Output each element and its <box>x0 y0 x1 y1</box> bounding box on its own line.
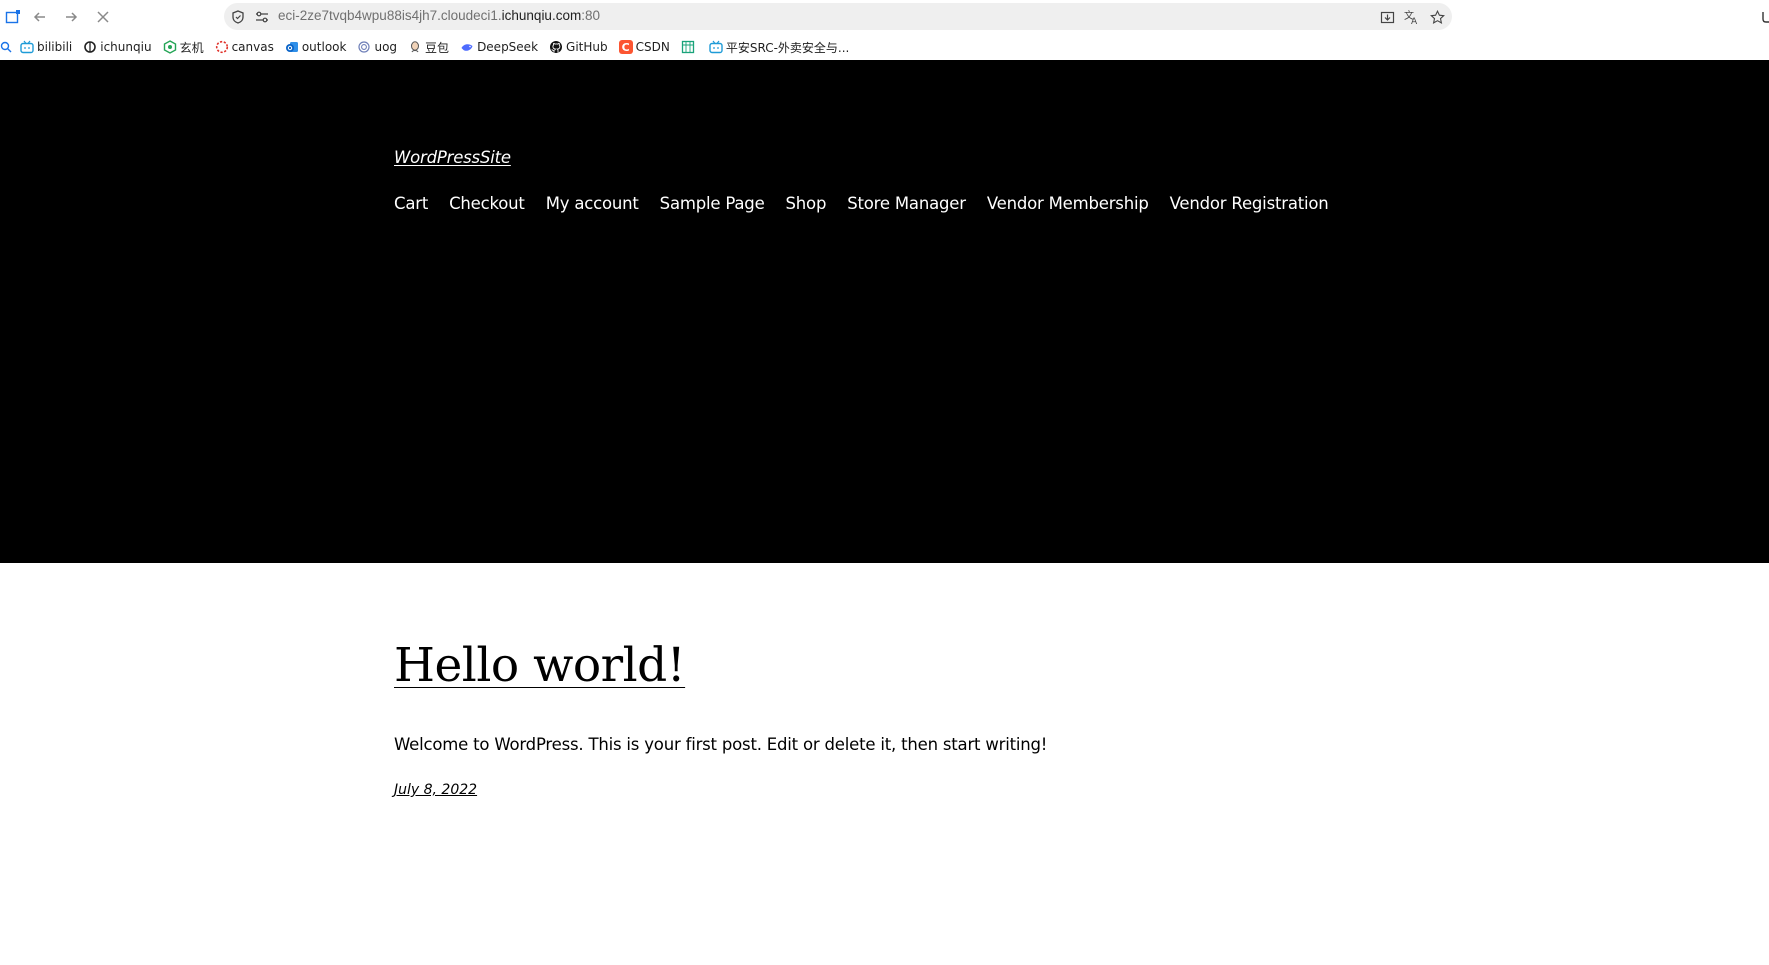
post-title-link[interactable]: Hello world! <box>394 638 686 693</box>
site-title-link[interactable]: WordPressSite <box>394 148 511 167</box>
url-host: ichunqiu.com <box>501 8 582 23</box>
bookmark-label: 玄机 <box>179 40 204 55</box>
star-icon[interactable] <box>1427 7 1447 27</box>
bookmark-csdn[interactable]: C CSDN <box>618 40 670 54</box>
bilibili-icon <box>20 40 34 54</box>
bookmark-label: GitHub <box>566 40 608 54</box>
install-app-icon[interactable] <box>1377 7 1397 27</box>
close-icon[interactable] <box>90 4 116 30</box>
nav-cart[interactable]: Cart <box>394 194 428 213</box>
back-arrow-icon[interactable] <box>27 4 53 30</box>
bookmark-ichunqiu[interactable]: ichunqiu <box>83 40 152 54</box>
uog-icon <box>357 40 371 54</box>
nav-checkout[interactable]: Checkout <box>449 194 525 213</box>
bookmark-label: uog <box>374 40 398 54</box>
ichunqiu-icon <box>83 40 97 54</box>
url-suffix: :80 <box>581 8 600 23</box>
nav-sample-page[interactable]: Sample Page <box>660 194 765 213</box>
nav-store-manager[interactable]: Store Manager <box>847 194 966 213</box>
bookmark-xuanji[interactable]: 玄机 <box>163 39 204 56</box>
pingan-icon <box>709 40 723 54</box>
github-icon <box>549 40 563 54</box>
translate-icon[interactable]: 文A <box>1402 7 1422 27</box>
deepseek-icon <box>460 40 474 54</box>
bookmark-label: 平安SRC-外卖安全与... <box>725 40 850 55</box>
bookmark-label: canvas <box>231 40 274 54</box>
bookmark-label: 豆包 <box>425 40 450 55</box>
bookmarks-search-icon[interactable] <box>0 41 12 53</box>
tab-menu-icon[interactable] <box>0 4 26 30</box>
site-header: WordPressSite Cart Checkout My account S… <box>0 60 1769 563</box>
shield-icon[interactable] <box>228 7 247 26</box>
bookmark-label: bilibili <box>37 40 73 54</box>
nav-my-account[interactable]: My account <box>546 194 639 213</box>
post-date-link[interactable]: July 8, 2022 <box>394 782 477 798</box>
bookmarks-bar: bilibili ichunqiu 玄机 canvas outlook uog <box>0 34 1769 60</box>
bookmark-label: outlook <box>301 40 347 54</box>
url-prefix: eci-2ze7tvqb4wpu88is4jh7.cloudeci1. <box>278 8 502 23</box>
svg-text:A: A <box>1411 17 1418 25</box>
forward-arrow-icon[interactable] <box>58 4 84 30</box>
bookmark-github[interactable]: GitHub <box>549 40 608 54</box>
url-text[interactable]: eci-2ze7tvqb4wpu88is4jh7.cloudeci1.ichun… <box>278 8 600 23</box>
browser-toolbar: eci-2ze7tvqb4wpu88is4jh7.cloudeci1.ichun… <box>0 0 1769 34</box>
nav-shop[interactable]: Shop <box>786 194 827 213</box>
nav-vendor-membership[interactable]: Vendor Membership <box>987 194 1149 213</box>
csdn-icon: C <box>618 40 633 54</box>
tune-icon[interactable] <box>252 7 271 26</box>
doubao-icon <box>408 40 422 54</box>
bookmark-pingan[interactable]: 平安SRC-外卖安全与... <box>709 39 850 56</box>
bookmark-label: ichunqiu <box>100 40 152 54</box>
bookmark-label: CSDN <box>635 40 670 54</box>
bookmark-doubao[interactable]: 豆包 <box>408 39 449 56</box>
xuanji-icon <box>163 40 177 54</box>
bookmark-label: DeepSeek <box>477 40 539 54</box>
canvas-icon <box>215 40 229 54</box>
primary-navigation: Cart Checkout My account Sample Page Sho… <box>394 194 1350 213</box>
bookmark-uog[interactable]: uog <box>357 40 397 54</box>
address-bar[interactable]: eci-2ze7tvqb4wpu88is4jh7.cloudeci1.ichun… <box>224 3 1452 30</box>
extensions-menu-icon[interactable] <box>1752 4 1769 30</box>
bookmark-canvas[interactable]: canvas <box>215 40 274 54</box>
post-excerpt: Welcome to WordPress. This is your first… <box>394 735 1048 754</box>
outlook-icon <box>285 40 299 54</box>
bookmark-deepseek[interactable]: DeepSeek <box>460 40 538 54</box>
bookmark-bilibili[interactable]: bilibili <box>20 40 72 54</box>
doc-icon <box>681 40 695 54</box>
bookmark-outlook[interactable]: outlook <box>285 40 347 54</box>
nav-vendor-registration[interactable]: Vendor Registration <box>1170 194 1329 213</box>
bookmark-doc[interactable] <box>681 40 698 54</box>
